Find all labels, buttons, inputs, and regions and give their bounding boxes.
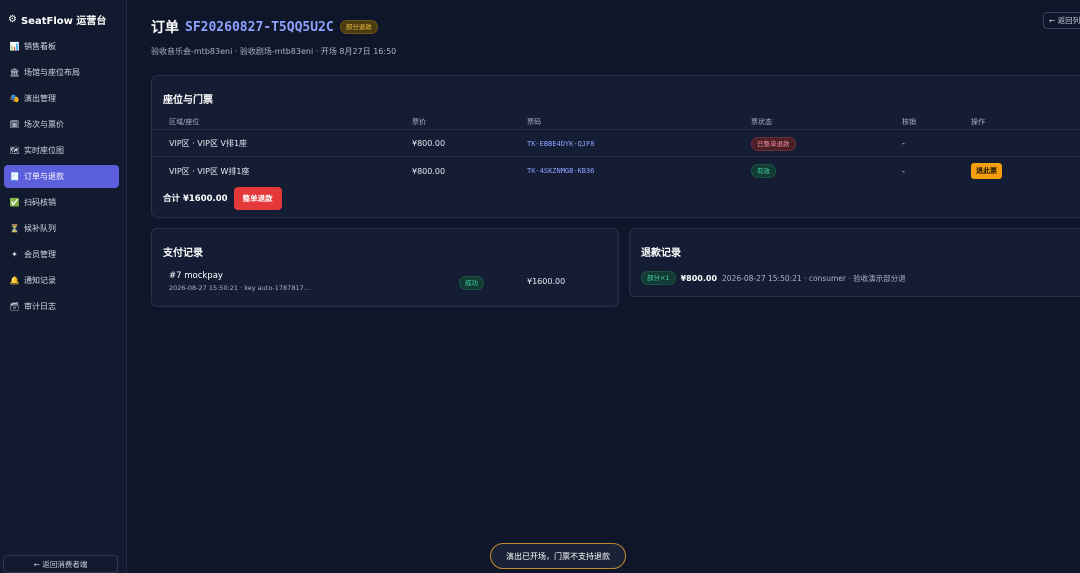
sidebar-item-venues[interactable]: 🏛 场馆与座位布局 bbox=[4, 61, 119, 84]
sidebar-item-label: 演出管理 bbox=[24, 94, 56, 103]
price-cell: ¥800.00 bbox=[412, 166, 446, 176]
checkin-cell: - bbox=[902, 166, 905, 176]
sidebar-nav: 📊 销售看板 🏛 场馆与座位布局 🎭 演出管理 🗓 场次与票价 🗺 实时座位图 … bbox=[4, 35, 119, 321]
ticket-code-cell: TK-EBBE4DYK-QJF8 bbox=[527, 139, 595, 148]
column-header: 核销 bbox=[902, 117, 916, 126]
seats-card: 座位与门票 区域/座位 票价 票码 票状态 核销 操作 VIP区 · VIP区 … bbox=[151, 75, 1080, 218]
theater-icon: 🎭 bbox=[9, 94, 20, 103]
chart-icon: 📊 bbox=[9, 42, 20, 51]
sidebar-item-members[interactable]: ✦ 会员管理 bbox=[4, 243, 119, 266]
sidebar-item-seatmap[interactable]: 🗺 实时座位图 bbox=[4, 139, 119, 162]
sidebar-item-label: 候补队列 bbox=[24, 224, 56, 233]
order-total: 合计 ¥1600.00 bbox=[163, 194, 228, 204]
table-header: 区域/座位 票价 票码 票状态 核销 操作 bbox=[152, 114, 1080, 130]
sidebar-item-sessions[interactable]: 🗓 场次与票价 bbox=[4, 113, 119, 136]
sidebar-item-label: 会员管理 bbox=[24, 250, 56, 259]
sidebar-item-shows[interactable]: 🎭 演出管理 bbox=[4, 87, 119, 110]
refund-record: 部分×1 ¥800.00 2026-08-27 15:50:21 · consu… bbox=[641, 271, 906, 285]
star-icon: ✦ bbox=[11, 250, 18, 259]
payment-status-badge: 成功 bbox=[459, 276, 484, 290]
column-header: 区域/座位 bbox=[169, 117, 200, 126]
column-header: 票码 bbox=[527, 117, 541, 126]
page-title: 订单 SF20260827-T5QQ5U2C 部分退款 bbox=[151, 17, 378, 37]
bell-icon: 🔔 bbox=[9, 276, 20, 285]
sidebar-item-label: 销售看板 bbox=[24, 42, 56, 51]
sidebar-item-label: 订单与退款 bbox=[24, 172, 64, 181]
map-icon: 🗺 bbox=[9, 146, 20, 155]
gear-icon: ⚙ bbox=[8, 14, 17, 25]
back-to-list-button[interactable]: ← 返回列表 bbox=[1043, 12, 1080, 29]
column-header: 操作 bbox=[971, 117, 985, 126]
payment-id: #7 mockpay bbox=[169, 271, 223, 281]
table-row: VIP区 · VIP区 W排1座 ¥800.00 TK-4SKZNMGB-KB3… bbox=[152, 158, 1080, 184]
refunds-card-title: 退款记录 bbox=[641, 248, 681, 259]
column-header: 票状态 bbox=[751, 117, 772, 126]
refund-amount: ¥800.00 bbox=[680, 273, 718, 283]
check-icon: ✅ bbox=[9, 198, 20, 207]
building-icon: 🏛 bbox=[9, 68, 20, 77]
hourglass-icon: ⏳ bbox=[9, 224, 20, 233]
sidebar-item-label: 通知记录 bbox=[24, 276, 56, 285]
sidebar-item-notifications[interactable]: 🔔 通知记录 bbox=[4, 269, 119, 292]
sidebar-item-label: 审计日志 bbox=[24, 302, 56, 311]
payment-meta: 2026-08-27 15:50:21 · key auto-1787817… bbox=[169, 284, 311, 292]
ticket-status-cell: 有效 bbox=[751, 158, 776, 184]
back-to-consumer-button[interactable]: ← 返回消费者端 bbox=[3, 555, 118, 573]
main-content: 订单 SF20260827-T5QQ5U2C 部分退款 验收音乐会-mtb83e… bbox=[127, 0, 1080, 573]
sidebar-item-label: 实时座位图 bbox=[24, 146, 64, 155]
sidebar-item-waitlist[interactable]: ⏳ 候补队列 bbox=[4, 217, 119, 240]
brand: ⚙ SeatFlow 运营台 bbox=[8, 12, 106, 27]
sidebar-item-audit[interactable]: 🗃 审计日志 bbox=[4, 295, 119, 318]
sidebar-item-label: 场次与票价 bbox=[24, 120, 64, 129]
refund-ticket-button[interactable]: 退此票 bbox=[971, 163, 1002, 179]
status-badge: 部分退款 bbox=[339, 20, 378, 34]
ticket-status-cell: 已整单退款 bbox=[751, 131, 796, 156]
seat-cell: VIP区 · VIP区 V排1座 bbox=[169, 139, 248, 148]
action-cell: 退此票 bbox=[971, 158, 1002, 184]
seats-card-title: 座位与门票 bbox=[163, 95, 213, 106]
table-row: VIP区 · VIP区 V排1座 ¥800.00 TK-EBBE4DYK-QJF… bbox=[152, 131, 1080, 157]
sidebar-item-sales-dashboard[interactable]: 📊 销售看板 bbox=[4, 35, 119, 58]
receipt-icon: 🧾 bbox=[9, 172, 20, 181]
order-subtitle: 验收音乐会-mtb83eni · 验收剧场-mtb83eni · 开场 8月27… bbox=[151, 47, 397, 56]
toast-message: 演出已开场，门票不支持退款 bbox=[490, 543, 626, 569]
archive-icon: 🗃 bbox=[9, 302, 20, 311]
seat-cell: VIP区 · VIP区 W排1座 bbox=[169, 166, 250, 176]
refund-all-button[interactable]: 整单退款 bbox=[233, 186, 282, 210]
sidebar-item-checkin[interactable]: ✅ 扫码核销 bbox=[4, 191, 119, 214]
refunds-card: 退款记录 部分×1 ¥800.00 2026-08-27 15:50:21 · … bbox=[629, 228, 1080, 297]
refund-type-badge: 部分×1 bbox=[641, 271, 676, 285]
calendar-icon: 🗓 bbox=[9, 120, 20, 129]
ticket-code-cell: TK-4SKZNMGB-KB36 bbox=[527, 167, 595, 175]
price-cell: ¥800.00 bbox=[412, 139, 446, 148]
checkin-cell: - bbox=[902, 139, 905, 148]
title-prefix: 订单 bbox=[151, 20, 179, 36]
sidebar: ⚙ SeatFlow 运营台 📊 销售看板 🏛 场馆与座位布局 🎭 演出管理 🗓… bbox=[0, 0, 127, 573]
payment-amount: ¥1600.00 bbox=[527, 277, 566, 286]
sidebar-item-orders[interactable]: 🧾 订单与退款 bbox=[4, 165, 119, 188]
column-header: 票价 bbox=[412, 117, 426, 126]
sidebar-item-label: 扫码核销 bbox=[24, 198, 56, 207]
status-badge: 有效 bbox=[751, 164, 776, 178]
status-badge: 已整单退款 bbox=[751, 136, 796, 151]
brand-name: SeatFlow 运营台 bbox=[20, 16, 107, 27]
payments-card: 支付记录 #7 mockpay 2026-08-27 15:50:21 · ke… bbox=[151, 228, 619, 307]
sidebar-item-label: 场馆与座位布局 bbox=[24, 68, 80, 77]
order-number: SF20260827-T5QQ5U2C bbox=[185, 19, 334, 35]
total-row: 合计 ¥1600.00 整单退款 bbox=[163, 186, 282, 210]
refund-detail: 2026-08-27 15:50:21 · consumer · 验收演示部分退 bbox=[722, 273, 906, 283]
payments-card-title: 支付记录 bbox=[163, 248, 203, 259]
